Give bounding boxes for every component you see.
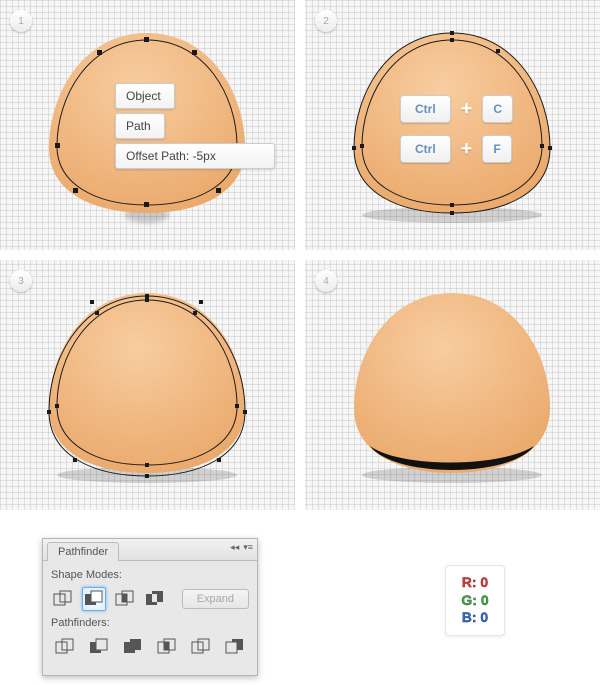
intersect-icon[interactable] <box>112 587 137 611</box>
panel-titlebar[interactable]: Pathfinder ◂◂ ▾≡ <box>43 539 257 561</box>
unite-icon[interactable] <box>51 587 76 611</box>
divide-icon[interactable] <box>51 635 79 659</box>
step-number: 4 <box>315 270 337 292</box>
step-number: 2 <box>315 10 337 32</box>
step-panel-4: 4 <box>305 260 600 510</box>
step-panel-3: 3 <box>0 260 295 510</box>
bottom-section: Pathfinder ◂◂ ▾≡ Shape Modes: <box>0 510 600 685</box>
rgb-b: B: 0 <box>452 609 498 627</box>
minus-back-icon[interactable] <box>221 635 249 659</box>
menu-item-path[interactable]: Path <box>115 113 165 139</box>
trim-icon[interactable] <box>85 635 113 659</box>
step-panel-1: 1 Object Path Offset Path: -5px <box>0 0 295 250</box>
egg-shape <box>35 278 260 488</box>
rgb-g: G: 0 <box>452 592 498 610</box>
plus-icon: + <box>461 98 473 121</box>
exclude-icon[interactable] <box>143 587 168 611</box>
shape-modes-label: Shape Modes: <box>51 569 249 581</box>
menu-item-offset-path[interactable]: Offset Path: -5px <box>115 143 275 169</box>
pathfinders-row <box>51 635 249 659</box>
merge-icon[interactable] <box>119 635 147 659</box>
rgb-r: R: 0 <box>452 574 498 592</box>
key-ctrl: Ctrl <box>400 95 451 123</box>
key-f: F <box>482 135 511 163</box>
step-number: 1 <box>10 10 32 32</box>
outline-icon[interactable] <box>187 635 215 659</box>
panel-collapse-icon[interactable]: ◂◂ <box>230 542 239 553</box>
shortcut-copy: Ctrl + C <box>400 95 513 123</box>
plus-icon: + <box>461 138 473 161</box>
expand-button[interactable]: Expand <box>182 589 249 609</box>
egg-shape <box>340 278 565 488</box>
tutorial-grid: 1 Object Path Offset Path: -5px <box>0 0 600 510</box>
crop-icon[interactable] <box>153 635 181 659</box>
shape-modes-row: Expand <box>51 587 249 611</box>
menu-item-object[interactable]: Object <box>115 83 175 109</box>
divider <box>295 0 305 510</box>
shortcut-paste-front: Ctrl + F <box>400 135 513 163</box>
minus-front-icon[interactable] <box>82 587 107 611</box>
shortcut-hints: Ctrl + C Ctrl + F <box>400 95 513 163</box>
panel-menu-icon[interactable]: ▾≡ <box>243 542 253 553</box>
pathfinder-panel[interactable]: Pathfinder ◂◂ ▾≡ Shape Modes: <box>42 538 258 676</box>
step-panel-2: 2 Ctrl + C <box>305 0 600 250</box>
key-ctrl: Ctrl <box>400 135 451 163</box>
key-c: C <box>482 95 513 123</box>
rgb-values: R: 0 G: 0 B: 0 <box>445 565 505 636</box>
context-menu: Object Path Offset Path: -5px <box>115 83 275 169</box>
pathfinders-label: Pathfinders: <box>51 617 249 629</box>
tab-pathfinder[interactable]: Pathfinder <box>47 542 119 561</box>
step-number: 3 <box>10 270 32 292</box>
